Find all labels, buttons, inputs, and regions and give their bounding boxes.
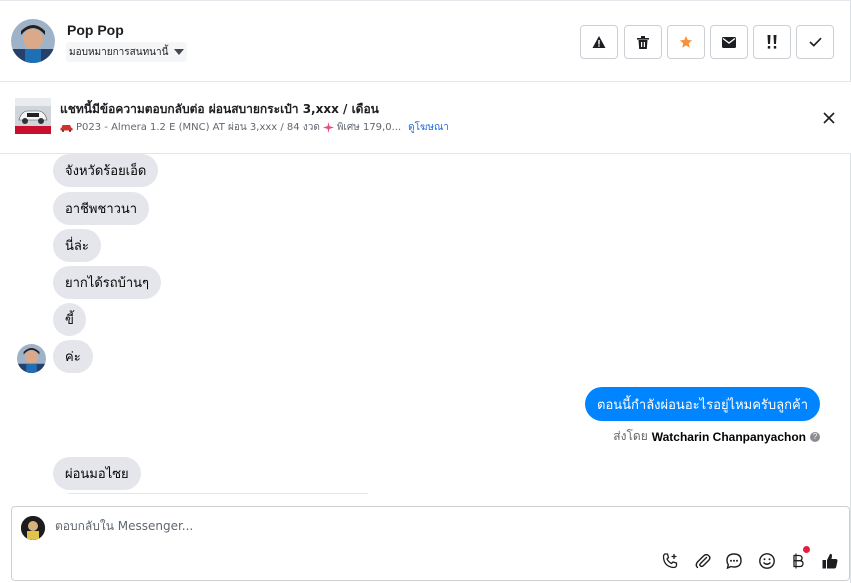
incoming-message[interactable]: อาชีพชาวนา xyxy=(53,192,150,225)
page-avatar xyxy=(21,516,45,540)
message-thread[interactable]: จังหวัดร้อยเอ็ด อาชีพชาวนา นี่ล่ะ ยากได้… xyxy=(0,154,851,504)
incoming-message[interactable]: ยากได้รถบ้านๆ xyxy=(53,266,162,299)
chat-bubble-icon xyxy=(726,553,742,570)
outgoing-message[interactable]: ตอนนี้กำลังผ่อนอะไรอยู่ไหมครับลูกค้า xyxy=(585,387,820,421)
ad-subtitle: P023 - Almera 1.2 E (MNC) AT ผ่อน 3,xxx … xyxy=(60,120,449,135)
checkmark-icon xyxy=(808,37,822,47)
thread-divider xyxy=(68,493,368,494)
thumbs-up-icon xyxy=(822,553,838,569)
contact-avatar[interactable] xyxy=(11,19,55,63)
sent-by-label: ส่งโดย Watcharin Chanpanyachon ? xyxy=(613,427,820,446)
incoming-message[interactable]: ค่ะ xyxy=(53,340,93,373)
ad-thumbnail[interactable] xyxy=(15,98,51,134)
incoming-message[interactable]: ขี้ xyxy=(53,303,86,336)
like-button[interactable] xyxy=(820,551,840,571)
ad-subtitle-extra: พิเศษ 179,0... xyxy=(336,122,402,133)
smiley-icon xyxy=(759,553,775,569)
delete-button[interactable] xyxy=(624,25,662,59)
follow-up-button[interactable] xyxy=(753,25,791,59)
call-button[interactable] xyxy=(660,551,680,571)
notification-dot xyxy=(803,546,810,553)
contact-name[interactable]: Pop Pop xyxy=(67,22,124,38)
sparkle-icon xyxy=(322,122,334,133)
car-icon xyxy=(60,125,73,132)
ad-subtitle-text: P023 - Almera 1.2 E (MNC) AT ผ่อน 3,xxx … xyxy=(76,122,320,133)
messenger-conversation-panel: Pop Pop มอบหมายการสนทนานี้ แชทนี้มีข้อคว… xyxy=(0,0,851,583)
incoming-message[interactable]: จังหวัดร้อยเอ็ด xyxy=(53,154,159,187)
incoming-message[interactable]: นี่ล่ะ xyxy=(53,229,101,262)
mark-unread-button[interactable] xyxy=(710,25,748,59)
envelope-icon xyxy=(722,36,736,48)
attach-button[interactable] xyxy=(693,551,713,571)
double-exclaim-icon xyxy=(767,35,777,49)
sent-by-name: Watcharin Chanpanyachon xyxy=(651,429,806,444)
ad-context-banner: แชทนี้มีข้อความตอบกลับต่อ ผ่อนสบายกระเป๋… xyxy=(0,82,851,154)
mark-done-button[interactable] xyxy=(796,25,834,59)
warning-icon xyxy=(592,36,606,48)
report-button[interactable] xyxy=(580,25,618,59)
saved-replies-button[interactable] xyxy=(724,551,744,571)
conversation-header: Pop Pop มอบหมายการสนทนานี้ xyxy=(0,0,851,82)
emoji-button[interactable] xyxy=(757,551,777,571)
view-ad-link[interactable]: ดูโฆษณา xyxy=(408,120,449,135)
sender-avatar[interactable] xyxy=(17,344,46,373)
incoming-message[interactable]: ผ่อนมอไซย xyxy=(53,457,141,490)
trash-icon xyxy=(637,35,649,49)
assign-label: มอบหมายการสนทนานี้ xyxy=(69,46,169,58)
paperclip-icon xyxy=(695,553,711,569)
reply-composer xyxy=(11,506,850,581)
close-banner-button[interactable] xyxy=(821,110,837,126)
payment-button[interactable] xyxy=(789,546,810,571)
reply-input[interactable] xyxy=(55,519,755,533)
star-button[interactable] xyxy=(667,25,705,59)
call-plus-icon xyxy=(662,553,678,569)
sent-by-prefix: ส่งโดย xyxy=(613,429,648,443)
baht-icon xyxy=(793,553,804,569)
assign-conversation-dropdown[interactable]: มอบหมายการสนทนานี้ xyxy=(66,42,188,62)
ad-title: แชทนี้มีข้อความตอบกลับต่อ ผ่อนสบายกระเป๋… xyxy=(60,102,379,116)
caret-down-icon xyxy=(174,49,185,55)
star-icon xyxy=(679,35,693,48)
help-icon[interactable]: ? xyxy=(810,431,820,442)
close-icon xyxy=(823,112,835,124)
